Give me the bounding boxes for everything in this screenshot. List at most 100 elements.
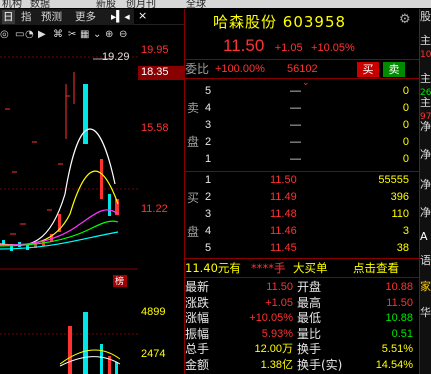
quote-panel: 哈森股份 603958 ⚙ 11.50 +1.05 +10.05% 委比 +10…	[185, 9, 419, 374]
ranking-badge[interactable]: 榜	[115, 274, 124, 287]
order-level: 4	[205, 102, 212, 114]
clock-icon[interactable]: ◔	[25, 29, 34, 41]
tab-day[interactable]: 日	[2, 10, 15, 24]
menu-item[interactable]: 机构	[2, 0, 22, 8]
side-char: A	[420, 230, 428, 243]
candles	[2, 72, 119, 251]
side-char: 主	[420, 34, 431, 47]
stat-value: 11.50	[386, 296, 413, 309]
stat-value: 10.88	[385, 281, 413, 293]
stat-value: +1.05	[265, 296, 293, 309]
side-panel: 股主主主净净净净 A 语家华 10 26 97	[419, 9, 431, 374]
chart-toolbar: ◎ ▭ ◔ ▶ ⌘ ✂ ▦ ⌄ ⊕ ⊖	[0, 27, 134, 43]
order-price: —	[290, 119, 301, 131]
stock-code: 603958	[282, 13, 347, 31]
stat-label: 最新	[185, 280, 210, 294]
tab-forecast[interactable]: 预测	[40, 10, 63, 24]
stat-label: 换手	[297, 342, 322, 356]
order-row-sell[interactable]: 3 — 0	[185, 117, 419, 134]
volume-axis-tick: 2474	[141, 348, 166, 360]
order-row-buy[interactable]: 5 11.45 38	[185, 240, 419, 257]
side-char: 股	[420, 10, 431, 23]
stat-value: 14.54%	[375, 358, 413, 371]
close-icon[interactable]: ×	[138, 9, 147, 22]
price-axis: 19.95 18.35 15.58 11.22 4899 2474	[138, 44, 185, 374]
menu-item[interactable]: 全球	[186, 0, 206, 8]
stock-title: 哈森股份 603958	[213, 11, 346, 32]
stat-label: 最高	[297, 295, 322, 310]
order-row-buy[interactable]: 3 11.48 110	[185, 206, 419, 223]
order-row-buy[interactable]: 4 11.46 3	[185, 223, 419, 240]
stat-value: 5.93%	[261, 327, 293, 340]
stat-row: 涨跌 +1.05 最高 11.50	[185, 295, 419, 311]
order-level: 2	[205, 136, 212, 148]
order-level: 5	[205, 85, 212, 97]
menu-item[interactable]: 创月刊	[126, 0, 156, 8]
last-price: 11.50	[223, 36, 265, 55]
order-row-sell[interactable]: 4 — 0	[185, 100, 419, 117]
stat-label: 振幅	[185, 326, 210, 341]
buy-button[interactable]: 买	[357, 62, 379, 77]
axis-current-price: 18.35	[138, 66, 185, 80]
order-level: 4	[205, 225, 212, 237]
top-menu-bar: 机构 数据 新股 创月刊 全球	[0, 0, 431, 8]
price-chart[interactable]: 19.29	[0, 44, 138, 374]
grid-icon[interactable]: ▦	[80, 29, 89, 41]
weibi-diff: 56102	[287, 63, 318, 75]
settings-icon[interactable]: ⚙	[399, 12, 411, 27]
order-price: 11.50	[270, 174, 297, 186]
link-icon[interactable]: ⌘	[53, 29, 63, 41]
order-row-buy[interactable]: 2 11.49 396	[185, 189, 419, 206]
nav-arrows-icon[interactable]: ▸▍◂	[110, 10, 131, 24]
scissors-icon[interactable]: ✂	[68, 29, 76, 41]
high-marker-label: 19.29	[102, 51, 130, 63]
order-price: —	[290, 136, 301, 148]
stat-value: +10.05%	[249, 312, 293, 324]
side-char: 语	[420, 254, 431, 267]
sell-button[interactable]: 卖	[383, 62, 405, 77]
stat-value: 1.38亿	[260, 358, 293, 371]
side-value: 10	[420, 50, 431, 60]
stock-name: 哈森股份	[213, 13, 278, 31]
stat-row: 最新 11.50 开盘 10.88	[185, 279, 419, 295]
play-icon[interactable]: ▶	[38, 29, 46, 41]
order-price: 11.49	[270, 191, 297, 203]
zoom-out-icon[interactable]: ⊖	[119, 29, 127, 41]
big-order-row[interactable]: 11.40元有 ****手 大买单 点击查看	[185, 260, 419, 277]
big-order-price: 11.40元有	[185, 261, 241, 275]
menu-item[interactable]: 数据	[30, 0, 50, 8]
side-char: 华	[420, 306, 431, 319]
stat-row: 总手 12.00万 换手 5.51%	[185, 341, 419, 357]
chevron-icon[interactable]: ⌄	[93, 29, 101, 41]
order-row-buy[interactable]: 1 11.50 55555	[185, 172, 419, 189]
stat-label: 金额	[185, 357, 210, 372]
order-level: 3	[205, 208, 212, 220]
big-order-qty: ****手	[251, 261, 286, 275]
order-row-sell[interactable]: 5 — 0	[185, 83, 419, 100]
stat-label: 量比	[297, 326, 322, 341]
stat-label: 最低	[297, 311, 322, 325]
order-volume: 38	[396, 242, 409, 254]
zoom-in-icon[interactable]: ⊕	[105, 29, 113, 41]
eye-icon[interactable]: ◎	[0, 29, 9, 41]
order-level: 2	[205, 191, 212, 203]
order-volume: 0	[402, 119, 409, 131]
order-price: 11.45	[270, 242, 297, 254]
order-row-sell[interactable]: 2 — 0	[185, 134, 419, 151]
order-price: —	[290, 102, 301, 114]
ma5-line	[0, 128, 116, 247]
tab-index[interactable]: 指	[20, 10, 33, 24]
side-char: 净	[420, 178, 431, 191]
menu-item[interactable]: 新股	[96, 0, 116, 8]
order-volume: 55555	[378, 174, 409, 186]
order-price: 11.46	[270, 225, 297, 237]
price-line: 11.50 +1.05 +10.05%	[223, 36, 355, 56]
order-row-sell[interactable]: 1 — 0	[185, 151, 419, 168]
doc-icon[interactable]: ▭	[15, 29, 24, 41]
axis-tick: 19.95	[141, 44, 169, 56]
order-volume: 0	[402, 136, 409, 148]
tab-more[interactable]: 更多	[74, 10, 97, 24]
stat-row: 金额 1.38亿 换手(实) 14.54%	[185, 357, 419, 373]
big-order-link[interactable]: 点击查看	[353, 260, 399, 277]
volume-bars	[68, 312, 118, 374]
